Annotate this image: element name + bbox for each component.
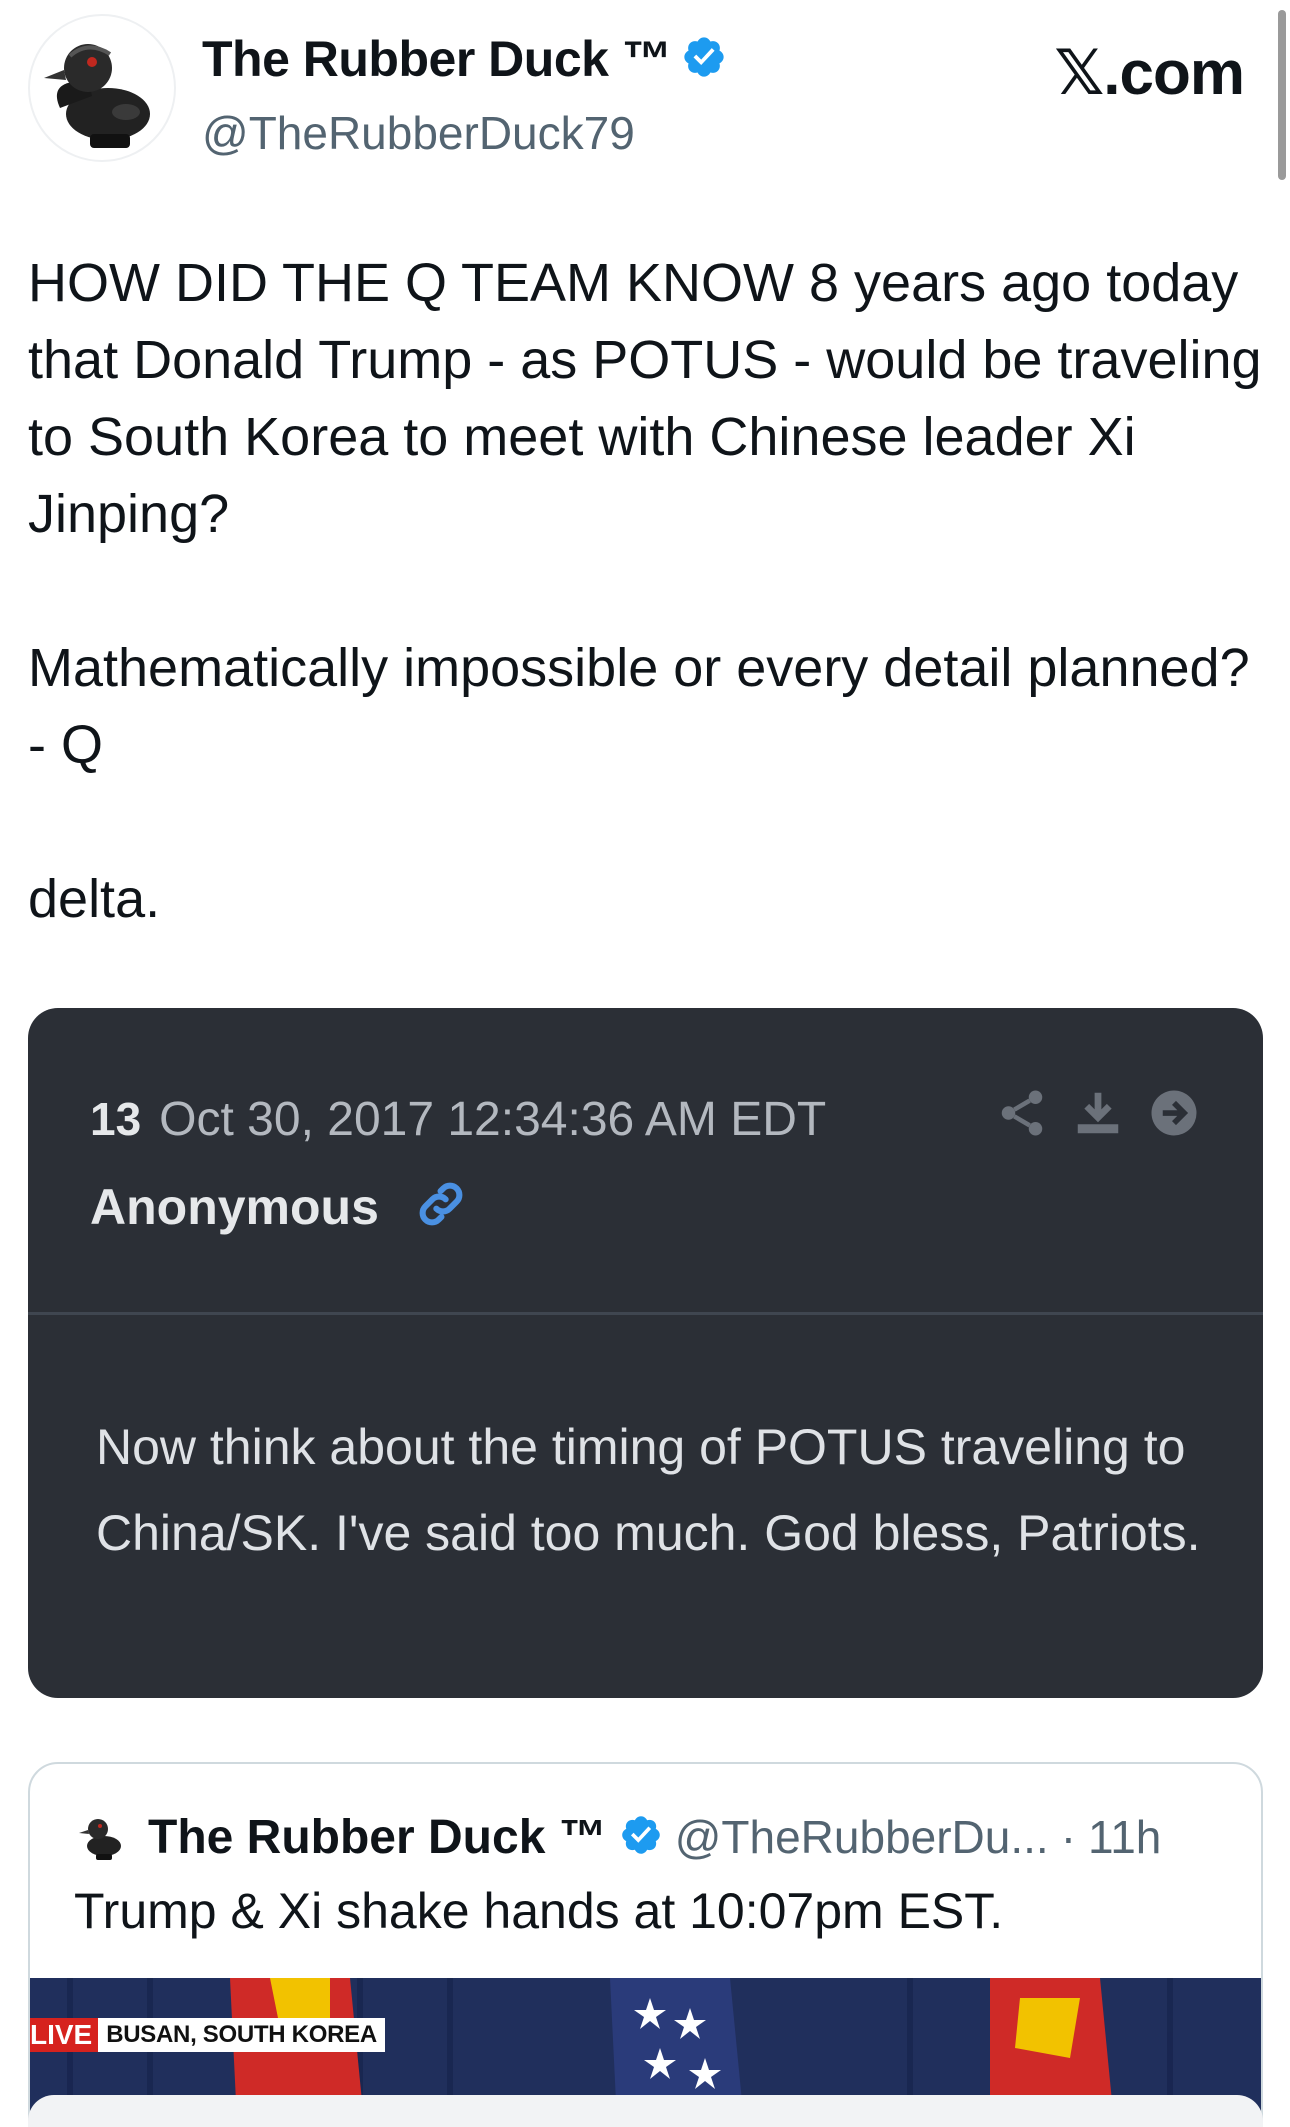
download-icon[interactable] (1071, 1086, 1125, 1145)
q-post-actions (995, 1086, 1201, 1145)
live-badge: LIVE BUSAN, SOUTH KOREA (30, 2018, 385, 2052)
q-post-meta: 13 Oct 30, 2017 12:34:36 AM EDT (90, 1092, 826, 1147)
quoted-tweet-handle[interactable]: @TheRubberDu... (675, 1810, 1049, 1864)
location-label: BUSAN, SOUTH KOREA (98, 2018, 385, 2052)
quoted-tweet-time[interactable]: 11h (1088, 1810, 1161, 1864)
quoted-tweet-text: Trump & Xi shake hands at 10:07pm EST. (74, 1883, 1004, 1939)
quoted-tweet-display-name[interactable]: The Rubber Duck ™ (148, 1810, 607, 1865)
scrollbar[interactable] (1278, 10, 1286, 180)
q-post-author-row: Anonymous (90, 1176, 469, 1237)
tweet-paragraph: delta. (28, 869, 161, 929)
quoted-tweet[interactable]: The Rubber Duck ™ @TheRubberDu... · 11h … (28, 1762, 1263, 2127)
quoted-tweet-avatar[interactable] (74, 1808, 132, 1866)
q-post-author: Anonymous (90, 1178, 379, 1235)
tweet-header: The Rubber Duck ™ @TheRubberDuck79 𝕏.com (28, 14, 1262, 174)
share-icon[interactable] (995, 1086, 1049, 1145)
divider (28, 1312, 1263, 1315)
verified-badge-icon (681, 34, 727, 85)
tweet-paragraph: HOW DID THE Q TEAM KNOW 8 years ago toda… (28, 253, 1262, 544)
verified-badge-icon (619, 1813, 663, 1862)
link-icon[interactable] (413, 1176, 469, 1237)
avatar[interactable] (28, 14, 176, 162)
live-label: LIVE (30, 2018, 99, 2052)
q-post-number: 13 (90, 1093, 142, 1145)
separator-dot: · (1060, 1811, 1077, 1863)
tweet-text: HOW DID THE Q TEAM KNOW 8 years ago toda… (28, 245, 1268, 938)
name-row: The Rubber Duck ™ (202, 30, 727, 88)
handle[interactable]: @TheRubberDuck79 (202, 106, 635, 160)
reply-bar[interactable] (28, 2095, 1263, 2127)
q-post-date: Oct 30, 2017 12:34:36 AM EDT (159, 1093, 827, 1146)
arrow-right-circle-icon[interactable] (1147, 1086, 1201, 1145)
tweet-paragraph: Mathematically impossible or every detai… (28, 638, 1250, 775)
site-watermark: 𝕏.com (1054, 39, 1245, 108)
display-name[interactable]: The Rubber Duck ™ (202, 30, 672, 88)
q-post-body: Now think about the timing of POTUS trav… (96, 1419, 1201, 1561)
quoted-tweet-header: The Rubber Duck ™ @TheRubberDu... · 11h (74, 1808, 1161, 1866)
q-post-card[interactable]: 13 Oct 30, 2017 12:34:36 AM EDT Anonymou… (28, 1008, 1263, 1698)
